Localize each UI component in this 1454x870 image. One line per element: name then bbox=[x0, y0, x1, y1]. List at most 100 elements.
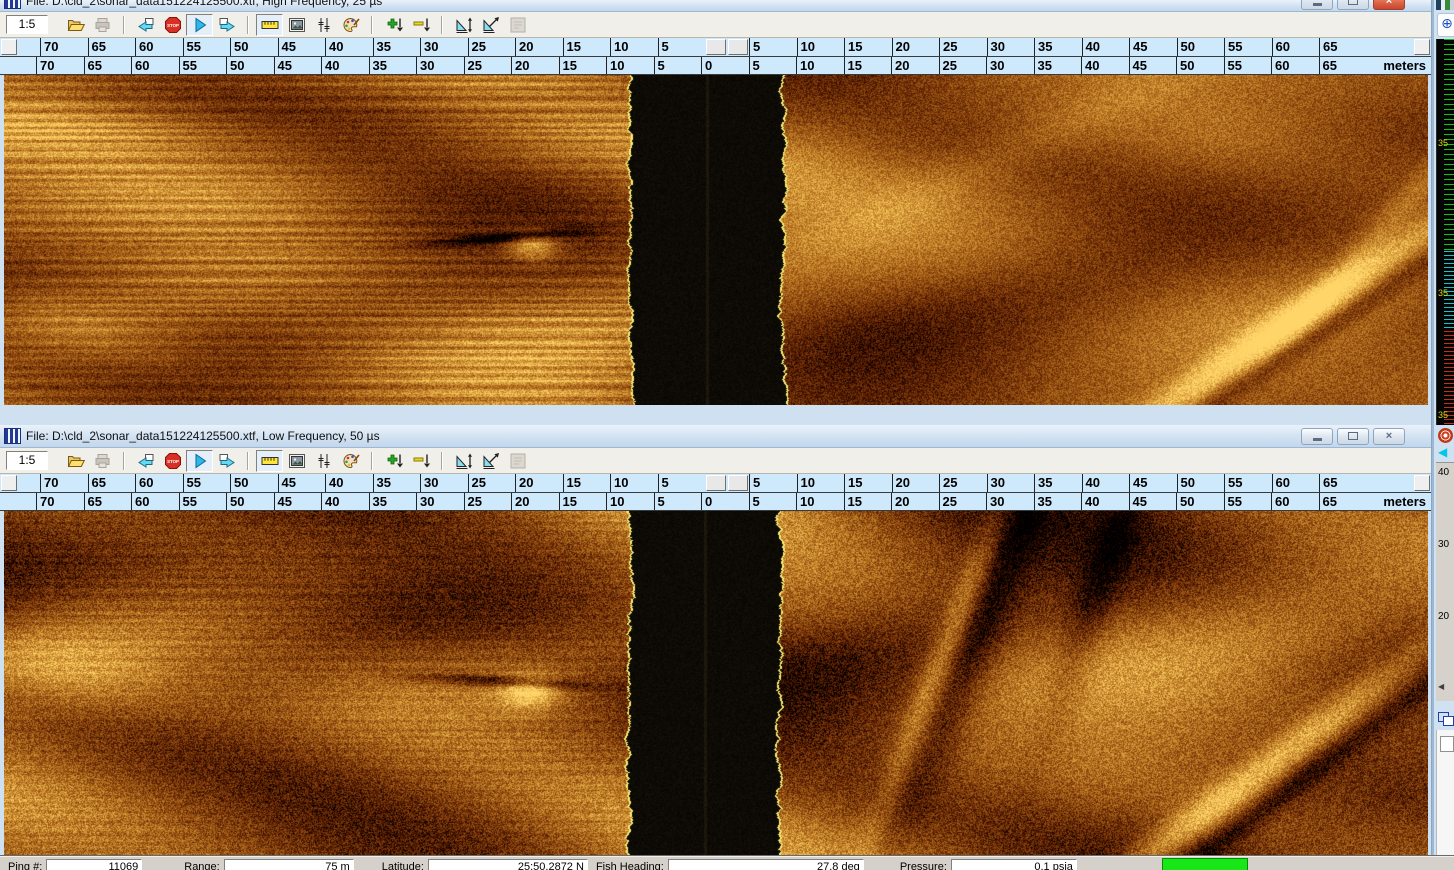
signal-sliders-button[interactable] bbox=[310, 14, 337, 36]
sonar-window-icon bbox=[4, 428, 21, 444]
scrollbar-scale-label: 10 bbox=[610, 38, 658, 56]
range-ruler-button[interactable] bbox=[256, 450, 283, 472]
prev-ping-button[interactable] bbox=[132, 450, 159, 472]
scope-scale-label: 35 bbox=[1438, 139, 1448, 148]
scrollbar-track-fill[interactable] bbox=[1367, 474, 1414, 492]
scrollbar-scale-label: 40 bbox=[1082, 474, 1130, 492]
range-scrollbar[interactable]: 706560555045403530252015105 510152025303… bbox=[0, 474, 1431, 493]
signal-sliders-icon bbox=[314, 15, 334, 35]
color-palette-button[interactable] bbox=[337, 14, 364, 36]
scale-ratio-input[interactable]: 1:5 bbox=[6, 15, 48, 34]
stop-label: STOP bbox=[167, 23, 179, 28]
range-tick-label: 5 bbox=[749, 493, 797, 510]
measure-height-icon bbox=[454, 15, 474, 35]
signal-scope-fragment: 35 35 35 bbox=[1436, 39, 1454, 425]
range-tick-label: 45 bbox=[1129, 57, 1177, 74]
scrollbar-scale-label: 40 bbox=[1082, 38, 1130, 56]
measure-distance-button[interactable] bbox=[477, 14, 504, 36]
scroll-left-arrow[interactable]: ◀ bbox=[1438, 681, 1444, 693]
sonar-waterfall-high[interactable] bbox=[4, 75, 1428, 405]
close-button[interactable]: × bbox=[1373, 0, 1405, 10]
remove-line-button[interactable] bbox=[407, 14, 434, 36]
range-tick-label: 55 bbox=[179, 57, 227, 74]
remove-line-button[interactable] bbox=[407, 450, 434, 472]
range-tick-label: 20 bbox=[511, 57, 559, 74]
toolbar-separator bbox=[247, 16, 249, 34]
scrollbar-thumb[interactable] bbox=[705, 38, 749, 56]
play-button[interactable] bbox=[186, 14, 213, 36]
range-tick-label: 40 bbox=[321, 57, 369, 74]
scrollbar-scale-label: 30 bbox=[420, 38, 468, 56]
open-file-button[interactable] bbox=[62, 450, 89, 472]
zoom-in-button-fragment[interactable]: ⊕ bbox=[1437, 13, 1454, 37]
scrollbar-scale-label: 45 bbox=[278, 474, 326, 492]
toolbar-separator bbox=[441, 452, 443, 470]
scope-scale-label: 35 bbox=[1438, 289, 1448, 298]
cyan-arrow-icon[interactable]: ◀ bbox=[1438, 446, 1447, 458]
range-ruler-button[interactable] bbox=[256, 14, 283, 36]
scale-ratio-input[interactable]: 1:5 bbox=[6, 451, 48, 470]
scrollbar-scale-label: 55 bbox=[1224, 38, 1272, 56]
annotate-button-disabled bbox=[504, 450, 531, 472]
scrollbar-button-left[interactable] bbox=[1, 39, 17, 55]
range-tick-label: 25 bbox=[464, 57, 512, 74]
scrollbar-thumb[interactable] bbox=[705, 474, 749, 492]
scrollbar-scale-label: 5 bbox=[749, 38, 797, 56]
stop-button[interactable]: STOP bbox=[159, 450, 186, 472]
ruler-lead-gap bbox=[0, 493, 36, 510]
range-scrollbar[interactable]: 706560555045403530252015105 510152025303… bbox=[0, 38, 1431, 57]
minimize-button[interactable] bbox=[1301, 0, 1333, 10]
play-button[interactable] bbox=[186, 450, 213, 472]
scrollbar-scale-label: 65 bbox=[88, 38, 136, 56]
scrollbar-scale-label: 60 bbox=[135, 38, 183, 56]
range-tick-label: 20 bbox=[511, 493, 559, 510]
sonar-image-high-frequency[interactable] bbox=[4, 75, 1428, 405]
range-tick-label: 60 bbox=[1271, 493, 1319, 510]
stop-button[interactable]: STOP bbox=[159, 14, 186, 36]
scrollbar-button-right[interactable] bbox=[1414, 39, 1430, 55]
minimize-button[interactable] bbox=[1301, 428, 1333, 445]
open-file-button[interactable] bbox=[62, 14, 89, 36]
range-tick-label: 15 bbox=[559, 493, 607, 510]
sonar-toolbar: 1:5 STOP bbox=[0, 12, 1431, 38]
signal-sliders-button[interactable] bbox=[310, 450, 337, 472]
stop-icon: STOP bbox=[163, 451, 183, 471]
color-palette-button[interactable] bbox=[337, 450, 364, 472]
scrollbar-button-right[interactable] bbox=[1414, 475, 1430, 491]
next-ping-button[interactable] bbox=[213, 450, 240, 472]
print-button-disabled bbox=[89, 14, 116, 36]
sonar-window-icon bbox=[4, 0, 21, 9]
titlebar-low-frequency[interactable]: File: D:\cld_2\sonar_data151224125500.xt… bbox=[0, 425, 1431, 448]
close-button[interactable]: × bbox=[1373, 428, 1405, 445]
sonar-image-low-frequency[interactable] bbox=[4, 511, 1428, 856]
titlebar-high-frequency[interactable]: File: D:\cld_2\sonar_data151224125500.xt… bbox=[0, 0, 1431, 12]
range-scale-row: 706560555045403530252015105 0 5101520253… bbox=[0, 493, 1431, 511]
measure-height-button[interactable] bbox=[450, 450, 477, 472]
stop-icon: STOP bbox=[163, 15, 183, 35]
scrollbar-track-fill[interactable] bbox=[1367, 38, 1414, 56]
scope-scale-label: 35 bbox=[1438, 411, 1448, 420]
add-line-button[interactable] bbox=[380, 14, 407, 36]
maximize-button[interactable] bbox=[1337, 0, 1369, 10]
next-ping-button[interactable] bbox=[213, 14, 240, 36]
scrollbar-scale-label: 20 bbox=[515, 38, 563, 56]
scrollbar-scale-label: 15 bbox=[844, 38, 892, 56]
scrollbar-button-left[interactable] bbox=[1, 475, 17, 491]
toolbar-separator bbox=[441, 16, 443, 34]
image-settings-button[interactable] bbox=[283, 450, 310, 472]
measure-height-button[interactable] bbox=[450, 14, 477, 36]
range-tick-label: 30 bbox=[986, 493, 1034, 510]
measure-distance-button[interactable] bbox=[477, 450, 504, 472]
sonar-waterfall-low[interactable] bbox=[4, 511, 1428, 856]
scrollbar-scale-label: 15 bbox=[844, 474, 892, 492]
scrollbar-scale-label: 55 bbox=[183, 38, 231, 56]
range-unit-label: meters bbox=[1366, 57, 1431, 74]
prev-ping-button[interactable] bbox=[132, 14, 159, 36]
image-settings-button[interactable] bbox=[283, 14, 310, 36]
add-line-button[interactable] bbox=[380, 450, 407, 472]
range-tick-label: 35 bbox=[369, 57, 417, 74]
range-tick-label: 25 bbox=[464, 493, 512, 510]
range-tick-label: 15 bbox=[559, 57, 607, 74]
color-palette-icon bbox=[341, 15, 361, 35]
maximize-button[interactable] bbox=[1337, 428, 1369, 445]
